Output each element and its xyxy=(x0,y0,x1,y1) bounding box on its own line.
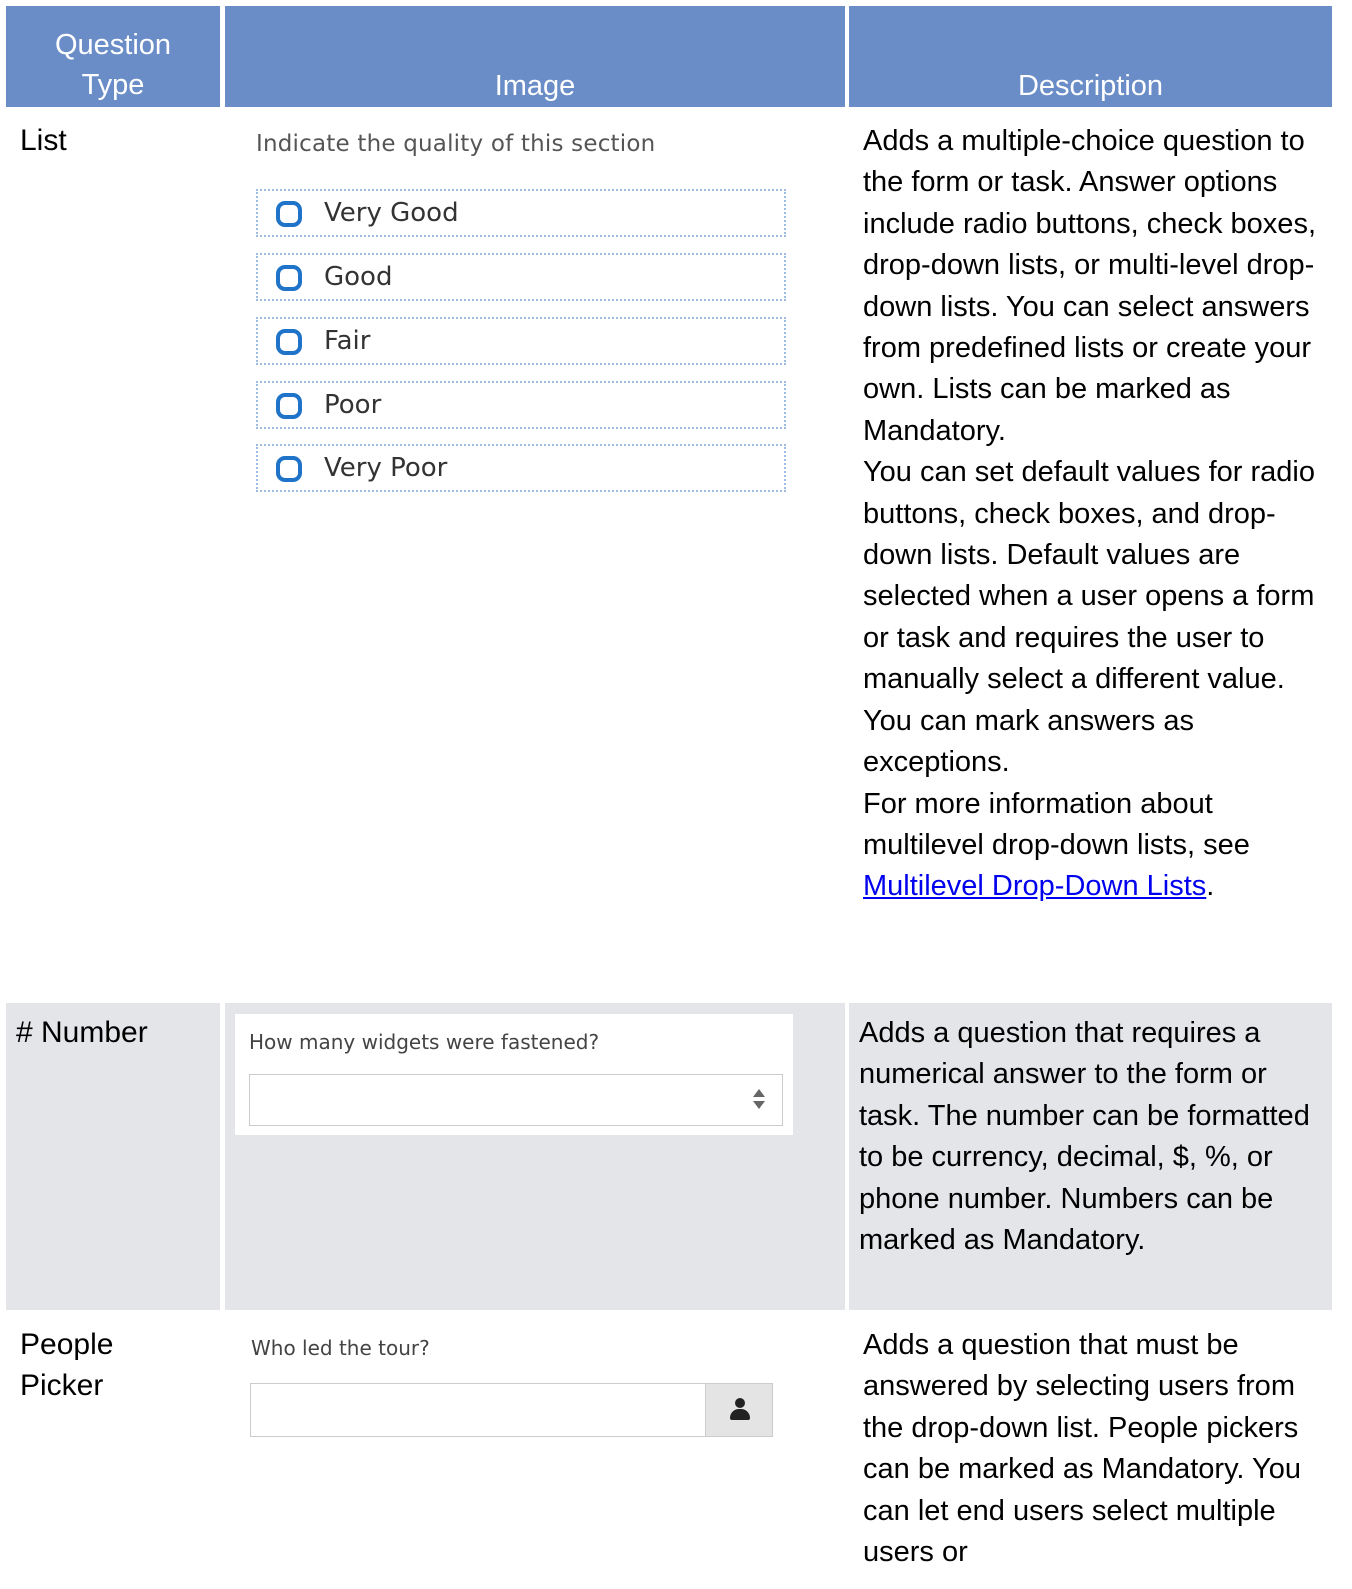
number-input[interactable] xyxy=(249,1074,783,1126)
list-option-label: Good xyxy=(324,262,393,292)
spinner-icon[interactable] xyxy=(752,1088,766,1112)
list-question-text: Indicate the quality of this section xyxy=(256,131,656,157)
radio-icon[interactable] xyxy=(276,265,302,291)
header-image: Image xyxy=(225,6,845,107)
people-picker-button[interactable] xyxy=(705,1383,773,1437)
row-list-type: List xyxy=(20,124,67,157)
list-option[interactable]: Very Good xyxy=(256,189,786,237)
list-option[interactable]: Poor xyxy=(256,381,786,429)
people-picker-input[interactable] xyxy=(250,1383,706,1437)
header-description: Description xyxy=(849,6,1332,107)
list-option[interactable]: Good xyxy=(256,253,786,301)
header-description-label: Description xyxy=(1017,70,1164,102)
row-people-picker-description: Adds a question that must be answered by… xyxy=(863,1329,1301,1569)
radio-icon[interactable] xyxy=(276,329,302,355)
header-image-label: Image xyxy=(494,70,576,102)
list-desc-p4: For more information about multilevel dr… xyxy=(863,784,1328,908)
radio-icon[interactable] xyxy=(276,201,302,227)
list-desc-p4-suffix: . xyxy=(1206,870,1215,903)
list-option-label: Very Poor xyxy=(324,453,448,483)
people-picker-question-text: Who led the tour? xyxy=(251,1336,430,1360)
person-icon xyxy=(730,1398,750,1420)
people-picker-type-line1: People xyxy=(20,1328,114,1361)
row-list-description: Adds a multiple-choice question to the f… xyxy=(863,121,1328,908)
list-option[interactable]: Fair xyxy=(256,317,786,365)
number-question-panel: How many widgets were fastened? xyxy=(235,1014,793,1135)
number-question-text: How many widgets were fastened? xyxy=(249,1030,600,1054)
list-desc-p4-prefix: For more information about multilevel dr… xyxy=(863,787,1250,861)
list-desc-p1: Adds a multiple-choice question to the f… xyxy=(863,125,1316,447)
list-option-label: Very Good xyxy=(324,198,459,228)
row-number-type: # Number xyxy=(16,1016,148,1049)
header-question-type-line1: Question xyxy=(54,29,172,61)
list-option-label: Poor xyxy=(324,390,382,420)
people-picker-type-line2: Picker xyxy=(20,1369,104,1402)
list-desc-p2: You can set default values for radio but… xyxy=(863,456,1315,696)
header-question-type: Question Type xyxy=(6,6,220,107)
list-option-label: Fair xyxy=(324,326,371,356)
list-option[interactable]: Very Poor xyxy=(256,444,786,492)
row-number-description: Adds a question that requires a numerica… xyxy=(859,1017,1310,1257)
radio-icon[interactable] xyxy=(276,456,302,482)
radio-icon[interactable] xyxy=(276,393,302,419)
list-desc-p3: You can mark answers as exceptions. xyxy=(863,704,1194,779)
row-people-picker-type: People Picker xyxy=(20,1324,113,1406)
header-question-type-line2: Type xyxy=(81,69,145,101)
multilevel-dropdown-link[interactable]: Multilevel Drop-Down Lists xyxy=(863,870,1206,902)
